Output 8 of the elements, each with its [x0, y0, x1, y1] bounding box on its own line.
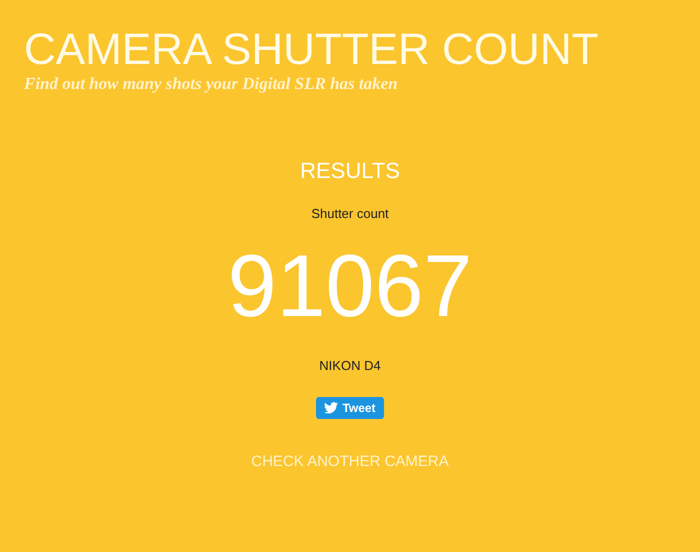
results-heading: RESULTS [300, 158, 400, 184]
tweet-button[interactable]: Tweet [316, 397, 384, 419]
bird-icon [324, 402, 338, 414]
tagline: Find out how many shots your Digital SLR has taken [24, 74, 398, 94]
shutter-count-label: Shutter count [311, 205, 389, 223]
shutter-count-value: 91067 [228, 238, 472, 334]
camera-model: NIKON D4 [319, 356, 381, 374]
site-title: CAMERA SHUTTER COUNT [24, 26, 598, 74]
